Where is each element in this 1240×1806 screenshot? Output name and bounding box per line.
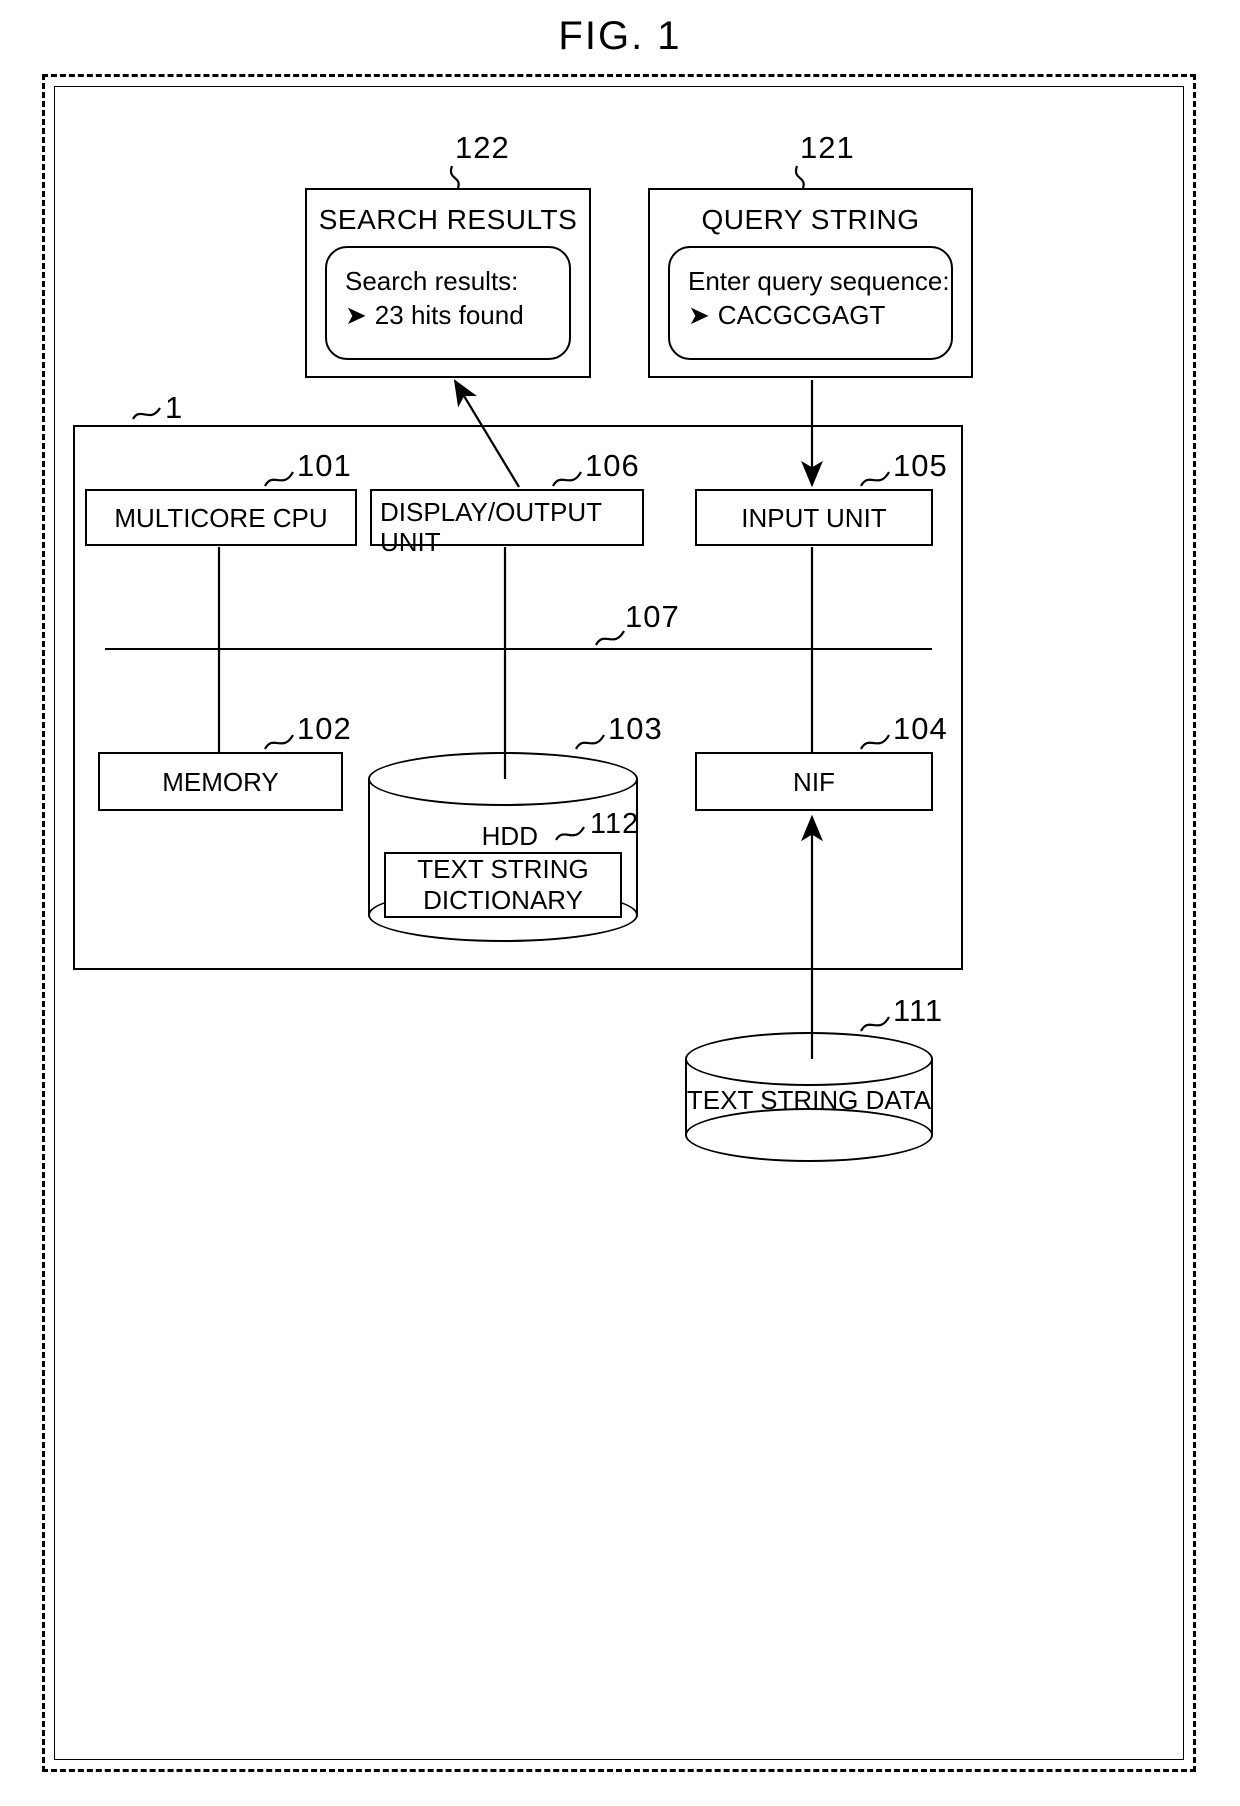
ref-numeral-104: 104 (893, 711, 948, 746)
search-results-panel: SEARCH RESULTS Search results: ➤ 23 hits … (305, 188, 591, 378)
patent-figure-page: FIG. 1 122 SEARCH RESULTS Search results… (0, 0, 1240, 1806)
hdd-cylinder: HDD TEXT STRING DICTIONARY (368, 752, 638, 942)
text-string-dictionary-label: TEXT STRING DICTIONARY (417, 854, 589, 915)
search-results-hits: 23 hits found (374, 300, 524, 330)
ref-numeral-101: 101 (297, 448, 352, 483)
text-string-data-cylinder: TEXT STRING DATA (685, 1032, 933, 1162)
display-output-unit-label: DISPLAY/OUTPUT UNIT (380, 497, 603, 557)
multicore-cpu-label: MULTICORE CPU (114, 502, 328, 533)
bullet-arrow-icon: ➤ (688, 300, 710, 330)
ref-numeral-103: 103 (608, 711, 663, 746)
nif-box: NIF (695, 752, 933, 811)
query-string-screen: Enter query sequence: ➤ CACGCGAGT (668, 246, 953, 574)
hdd-label: HDD (481, 821, 538, 851)
memory-label: MEMORY (162, 766, 279, 797)
input-unit-label: INPUT UNIT (741, 502, 887, 533)
ref-numeral-1: 1 (165, 390, 184, 425)
ref-numeral-102: 102 (297, 711, 352, 746)
ref-numeral-106: 106 (585, 448, 640, 483)
search-results-title: SEARCH RESULTS (318, 204, 578, 235)
query-string-panel: QUERY STRING Enter query sequence: ➤ CACG… (648, 188, 973, 574)
figure-title: FIG. 1 (558, 14, 682, 58)
query-sequence-value[interactable]: CACGCGAGT (718, 300, 886, 330)
search-results-screen: Search results: ➤ 23 hits found (325, 246, 571, 360)
system-bus-line (105, 648, 932, 650)
display-output-unit-box: DISPLAY/OUTPUT UNIT (370, 489, 644, 557)
query-prompt-label: Enter query sequence: (688, 266, 950, 296)
text-string-data-bottom-ellipse (685, 1108, 933, 1162)
ref-numeral-112: 112 (590, 808, 640, 840)
memory-box: MEMORY (98, 752, 343, 811)
nif-label: NIF (793, 766, 835, 797)
ref-numeral-122: 122 (455, 130, 510, 165)
search-results-line-2: ➤ 23 hits found (345, 298, 524, 332)
hdd-cylinder-top-ellipse (368, 752, 638, 806)
text-string-data-top-ellipse (685, 1032, 933, 1086)
ref-numeral-111: 111 (893, 993, 944, 1028)
multicore-cpu-box: MULTICORE CPU (85, 489, 357, 546)
ref-numeral-105: 105 (893, 448, 948, 483)
text-string-dictionary-box: TEXT STRING DICTIONARY (384, 852, 622, 918)
ref-numeral-121: 121 (800, 130, 855, 165)
query-sequence-line: ➤ CACGCGAGT (688, 298, 885, 332)
input-unit-box: INPUT UNIT (695, 489, 933, 546)
search-results-line-1: Search results: (345, 266, 519, 296)
ref-numeral-107: 107 (625, 599, 680, 634)
bullet-arrow-icon: ➤ (345, 300, 367, 330)
query-string-title: QUERY STRING (701, 204, 920, 235)
text-string-data-label: TEXT STRING DATA (686, 1085, 932, 1115)
